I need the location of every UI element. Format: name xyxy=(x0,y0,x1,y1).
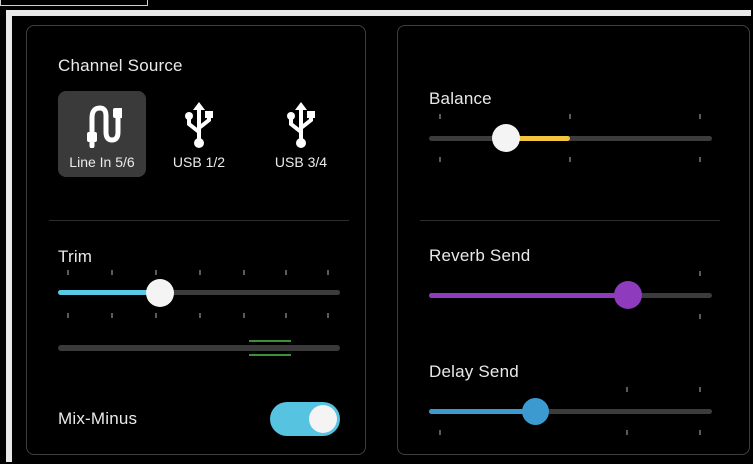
mix-minus-title: Mix-Minus xyxy=(58,409,138,428)
balance-tick xyxy=(439,157,441,162)
delay-tick xyxy=(699,387,701,392)
source-line-in-button[interactable]: Line In 5/6 xyxy=(58,91,146,177)
reverb-tick xyxy=(699,314,701,319)
channel-panel: Channel Source Line In 5/6 USB 1/2 USB 3… xyxy=(26,25,366,455)
trim-tick xyxy=(243,313,245,318)
source-usb-1-2-button[interactable]: USB 1/2 xyxy=(155,91,243,177)
trim-tick xyxy=(155,270,157,275)
mixer-area: Channel Source Line In 5/6 USB 1/2 USB 3… xyxy=(12,16,751,462)
balance-tick xyxy=(569,157,571,162)
balance-title: Balance xyxy=(429,89,492,108)
trim-tick xyxy=(155,313,157,318)
trim-tick xyxy=(327,313,329,318)
trim-tick xyxy=(243,270,245,275)
reverb-fill xyxy=(429,293,629,298)
channel-divider xyxy=(49,220,349,221)
source-usb-1-2-label: USB 1/2 xyxy=(172,154,226,170)
mix-minus-toggle-thumb xyxy=(309,405,337,433)
source-usb-3-4-label: USB 3/4 xyxy=(274,154,328,170)
delay-fill xyxy=(429,409,537,414)
trim-tick xyxy=(111,270,113,275)
trim-tick xyxy=(67,313,69,318)
reverb-tick xyxy=(699,271,701,276)
trim-tick xyxy=(67,270,69,275)
trim-knob[interactable] xyxy=(146,279,174,307)
trim-title: Trim xyxy=(58,247,93,266)
reverb-send-title: Reverb Send xyxy=(429,246,531,265)
trim-tick xyxy=(285,313,287,318)
usb-icon xyxy=(185,102,213,148)
meter-peak-marker xyxy=(249,354,291,356)
delay-tick xyxy=(626,430,628,435)
balance-knob[interactable] xyxy=(492,124,520,152)
meter-track xyxy=(58,345,340,351)
trim-tick xyxy=(285,270,287,275)
sends-panel: Balance Reverb Send Delay Send xyxy=(397,25,750,455)
balance-tick xyxy=(699,157,701,162)
sends-divider xyxy=(420,220,720,221)
channel-source-title: Channel Source xyxy=(58,56,183,75)
delay-send-title: Delay Send xyxy=(429,362,519,381)
delay-tick xyxy=(626,387,628,392)
trim-tick xyxy=(111,313,113,318)
cable-icon xyxy=(87,105,122,148)
trim-tick xyxy=(327,270,329,275)
meter-peak-marker xyxy=(249,340,291,342)
trim-fill xyxy=(58,290,160,295)
balance-track xyxy=(429,136,712,141)
top-left-strip xyxy=(0,0,148,6)
source-line-in-label: Line In 5/6 xyxy=(69,154,135,170)
trim-tick xyxy=(199,270,201,275)
window-frame: Channel Source Line In 5/6 USB 1/2 USB 3… xyxy=(6,10,751,462)
mix-minus-toggle[interactable] xyxy=(270,402,340,436)
usb-icon xyxy=(287,102,315,148)
delay-knob[interactable] xyxy=(522,398,549,425)
reverb-knob[interactable] xyxy=(614,281,642,309)
trim-tick xyxy=(199,313,201,318)
balance-tick xyxy=(699,114,701,119)
balance-tick xyxy=(569,114,571,119)
delay-tick xyxy=(439,430,441,435)
source-usb-3-4-button[interactable]: USB 3/4 xyxy=(257,91,345,177)
balance-tick xyxy=(439,114,441,119)
delay-tick xyxy=(699,430,701,435)
